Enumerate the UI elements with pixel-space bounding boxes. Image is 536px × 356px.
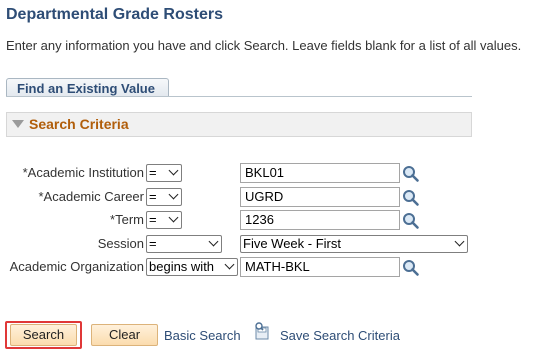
tab-bar-divider	[6, 96, 472, 97]
search-button[interactable]: Search	[10, 324, 77, 346]
clear-button[interactable]: Clear	[91, 324, 158, 346]
basic-search-link[interactable]: Basic Search	[164, 328, 241, 343]
chevron-down-icon	[224, 259, 235, 270]
operator-value: begins with	[149, 259, 215, 274]
input-academic-organization[interactable]: MATH-BKL	[240, 257, 400, 277]
label-term: *Term	[110, 212, 144, 227]
operator-value: =	[149, 189, 157, 204]
page-title: Departmental Grade Rosters	[6, 6, 223, 23]
search-icon[interactable]	[402, 212, 420, 230]
operator-select-academic-institution[interactable]: =	[146, 164, 182, 182]
chevron-down-icon	[168, 212, 179, 223]
label-session: Session	[97, 236, 144, 251]
label-academic-institution: *Academic Institution	[22, 165, 144, 180]
operator-select-academic-organization[interactable]: begins with	[146, 258, 238, 276]
operator-select-academic-career[interactable]: =	[146, 188, 182, 206]
search-criteria-section-header[interactable]: Search Criteria	[6, 112, 472, 137]
session-value: Five Week - First	[243, 236, 341, 251]
collapse-triangle-icon[interactable]	[12, 120, 24, 128]
search-icon[interactable]	[402, 189, 420, 207]
operator-select-session[interactable]: =	[146, 235, 222, 253]
label-academic-career: *Academic Career	[38, 189, 145, 204]
chevron-down-icon	[168, 165, 179, 176]
search-icon[interactable]	[402, 259, 420, 277]
operator-value: =	[149, 165, 157, 180]
label-academic-organization: Academic Organization	[9, 259, 144, 274]
input-academic-institution[interactable]: BKL01	[240, 163, 400, 183]
input-term[interactable]: 1236	[240, 210, 400, 230]
select-session[interactable]: Five Week - First	[240, 235, 468, 253]
chevron-down-icon	[454, 236, 465, 247]
operator-value: =	[149, 212, 157, 227]
save-search-criteria-link[interactable]: Save Search Criteria	[280, 328, 400, 343]
input-academic-career[interactable]: UGRD	[240, 187, 400, 207]
chevron-down-icon	[208, 236, 219, 247]
section-title: Search Criteria	[29, 116, 129, 132]
save-search-icon[interactable]	[253, 322, 271, 340]
page-instructions: Enter any information you have and click…	[6, 38, 522, 53]
chevron-down-icon	[168, 189, 179, 200]
tab-find-existing-value[interactable]: Find an Existing Value	[6, 78, 169, 97]
search-icon[interactable]	[402, 165, 420, 183]
operator-select-term[interactable]: =	[146, 211, 182, 229]
operator-value: =	[149, 236, 157, 251]
